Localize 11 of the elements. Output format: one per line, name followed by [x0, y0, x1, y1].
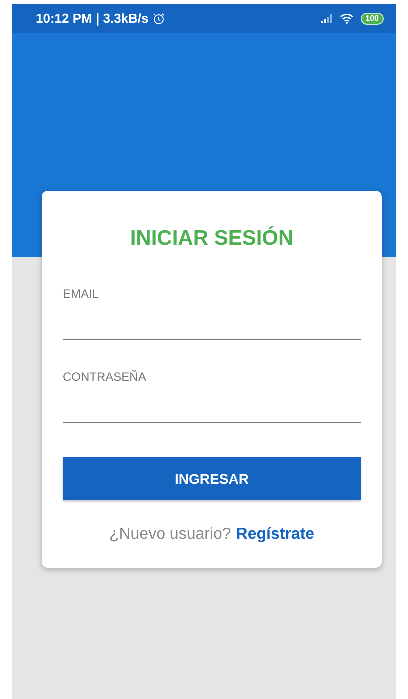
- signal-icon: [320, 14, 333, 23]
- signup-link[interactable]: Regístrate: [236, 526, 315, 544]
- login-title: INICIAR SESIÓN: [129, 227, 295, 251]
- signup-prompt: ¿Nuevo usuario?: [109, 526, 232, 544]
- alarm-icon: [152, 12, 165, 24]
- input-field[interactable]: EMAIL: [63, 287, 361, 340]
- login-button[interactable]: INGRESAR: [63, 457, 361, 500]
- status-time: 10:12 PM | 3.3kB/s: [36, 11, 149, 26]
- wifi-icon: [340, 13, 354, 24]
- battery-indicator: 100: [360, 12, 384, 24]
- input-field[interactable]: CONTRASEÑA: [63, 370, 361, 423]
